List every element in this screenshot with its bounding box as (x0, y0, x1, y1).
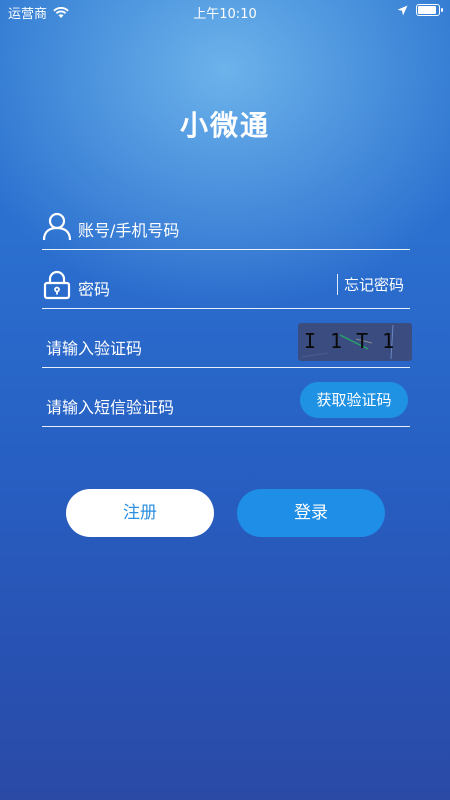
status-time: 上午10:10 (193, 7, 257, 22)
sms-code-input-placeholder: 请输入短信验证码 (46, 398, 175, 417)
account-field[interactable]: 账号/手机号码 (42, 205, 410, 250)
battery-icon (416, 4, 443, 16)
get-sms-code-button[interactable]: 获取验证码 (300, 382, 408, 418)
captcha-input-placeholder: 请输入验证码 (46, 339, 143, 358)
location-arrow-icon (397, 5, 408, 15)
status-right (397, 4, 443, 16)
password-input-placeholder: 密码 (78, 280, 111, 299)
password-field[interactable]: 密码 忘记密码 (42, 264, 410, 309)
login-button[interactable]: 登录 (237, 489, 385, 537)
account-input-placeholder: 账号/手机号码 (78, 221, 180, 240)
captcha-image[interactable]: I1T1 (298, 323, 412, 361)
lock-icon (43, 270, 71, 300)
status-bar: 运营商 上午10:10 (0, 0, 450, 22)
captcha-field[interactable]: 请输入验证码 I1T1 (42, 323, 412, 368)
user-icon (42, 212, 72, 241)
sms-code-field[interactable]: 请输入短信验证码 获取验证码 (42, 382, 410, 427)
forgot-password-link[interactable]: 忘记密码 (336, 274, 404, 295)
captcha-text: I1T1 (304, 329, 409, 353)
register-button[interactable]: 注册 (66, 489, 214, 537)
app-title: 小微通 (179, 109, 270, 142)
